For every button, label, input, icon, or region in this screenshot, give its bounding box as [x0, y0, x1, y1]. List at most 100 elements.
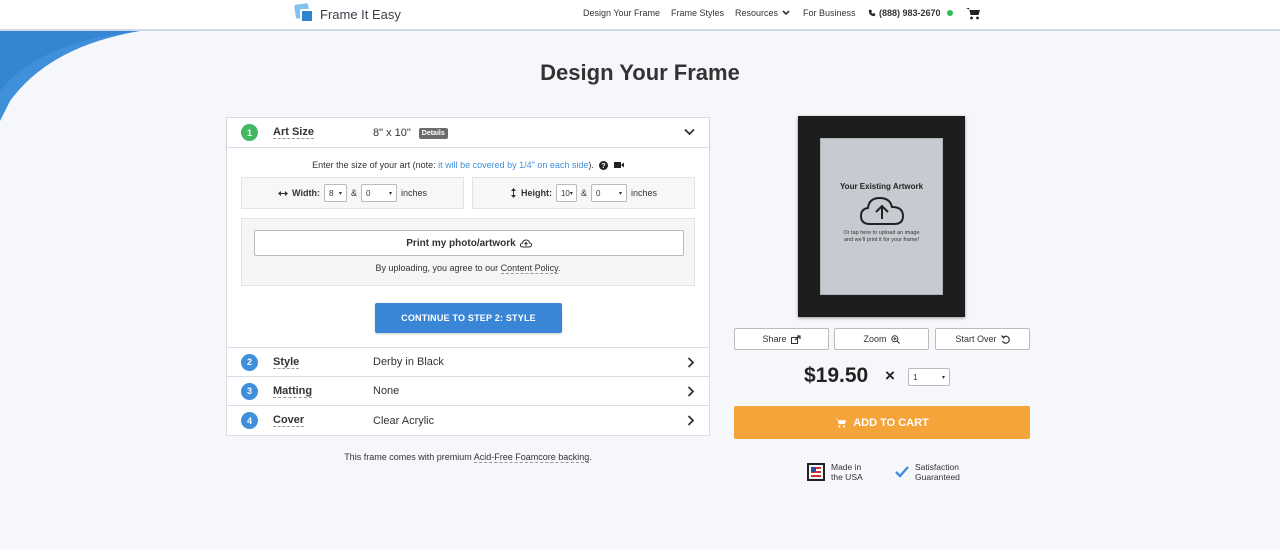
artwork-subtitle: Or tap here to upload an image and we'll…	[843, 230, 919, 244]
print-photo-button[interactable]: Print my photo/artwork	[254, 230, 684, 256]
upload-note: By uploading, you agree to our Content P…	[242, 263, 694, 274]
height-inches-value: 10	[560, 188, 570, 198]
checkmark-icon	[895, 466, 909, 478]
step-style[interactable]: 2 Style Derby in Black	[227, 348, 709, 377]
share-button[interactable]: Share	[734, 328, 829, 350]
start-over-label: Start Over	[955, 334, 997, 344]
width-amp: &	[350, 188, 357, 198]
frame-preview[interactable]: Your Existing Artwork Or tap here to upl…	[798, 116, 965, 317]
step-cover[interactable]: 4 Cover Clear Acrylic	[227, 406, 709, 435]
size-note-prefix: Enter the size of your art (note:	[312, 160, 439, 170]
width-unit: inches	[400, 188, 427, 198]
art-size-value: 8" x 10"	[373, 126, 411, 139]
zoom-button[interactable]: Zoom	[834, 328, 929, 350]
details-badge[interactable]: Details	[418, 127, 448, 139]
cart-icon	[835, 418, 847, 428]
step-name: Matting	[273, 384, 313, 398]
height-amp: &	[580, 188, 587, 198]
stepper-icon: ▾	[388, 190, 392, 197]
step-name: Style	[273, 355, 300, 369]
times-sign: ×	[885, 366, 895, 385]
cloud-upload-icon	[859, 196, 904, 225]
help-icon[interactable]: ?	[599, 161, 609, 170]
height-inches-select[interactable]: 10 ▾	[555, 184, 577, 202]
stepper-icon: ▾	[618, 190, 622, 197]
phone-icon	[868, 9, 876, 17]
site-header: Frame It Easy Design Your Frame Frame St…	[0, 0, 1280, 31]
continue-step2-button[interactable]: CONTINUE TO STEP 2: STYLE	[375, 303, 562, 333]
steps-panel: 1 Art Size 8" x 10" Details Enter the siz…	[226, 117, 710, 436]
width-fraction-select[interactable]: 0 ▾	[360, 184, 397, 202]
chevron-down-icon	[684, 128, 695, 136]
width-label: Width:	[292, 188, 320, 198]
add-to-cart-label: ADD TO CART	[853, 416, 929, 429]
step-art-size[interactable]: 1 Art Size 8" x 10" Details	[227, 118, 709, 148]
width-input-group: Width: 8 ▾ & 0 ▾ inches	[241, 177, 464, 209]
upload-box: Print my photo/artwork By uploading, you…	[241, 218, 695, 286]
cart-icon[interactable]	[966, 7, 981, 20]
step-value: None	[373, 385, 400, 397]
width-inches-select[interactable]: 8 ▾	[323, 184, 347, 202]
step-value: Derby in Black	[373, 356, 444, 368]
artwork-upload-area[interactable]: Your Existing Artwork Or tap here to upl…	[820, 138, 943, 295]
content-policy-link[interactable]: Content Policy	[500, 263, 558, 274]
satisfaction-line2: Guaranteed	[915, 472, 960, 482]
size-note-link[interactable]: it will be covered by 1/4" on each side	[438, 160, 588, 170]
step-number: 3	[241, 382, 258, 400]
height-unit: inches	[631, 188, 658, 198]
chevron-right-icon	[687, 415, 695, 426]
add-to-cart-button[interactable]: ADD TO CART	[734, 406, 1030, 439]
step-number: 1	[241, 124, 258, 141]
usa-line2: the USA	[831, 472, 863, 482]
step-number: 4	[241, 412, 258, 429]
usa-line1: Made in	[831, 462, 862, 472]
step-value: 8" x 10" Details	[373, 127, 448, 139]
online-status-dot	[946, 10, 953, 16]
horizontal-arrows-icon	[278, 190, 289, 196]
nav-frame-styles[interactable]: Frame Styles	[671, 8, 724, 18]
share-icon	[790, 334, 801, 344]
upload-note-prefix: By uploading, you agree to our	[375, 263, 501, 273]
chevron-right-icon	[687, 386, 695, 397]
flag-icon	[807, 463, 825, 481]
artwork-subtitle-line2: and we'll print it for your frame!	[843, 237, 919, 243]
height-fraction-select[interactable]: 0 ▾	[591, 184, 627, 202]
share-label: Share	[762, 334, 787, 344]
phone-number: (888) 983-2670	[879, 8, 941, 18]
site-logo[interactable]: Frame It Easy	[294, 3, 401, 24]
nav-design-your-frame[interactable]: Design Your Frame	[583, 8, 660, 18]
upload-note-suffix: .	[557, 263, 561, 273]
nav-phone[interactable]: (888) 983-2670	[868, 8, 953, 18]
nav-resources-label: Resources	[735, 8, 779, 18]
satisfaction-badge: Satisfaction Guaranteed	[895, 462, 960, 482]
backing-note-prefix: This frame comes with premium	[344, 452, 474, 462]
nav-resources[interactable]: Resources	[735, 8, 790, 18]
artwork-title: Your Existing Artwork	[839, 182, 924, 191]
price: $19.50	[804, 364, 869, 387]
artwork-subtitle-line1: Or tap here to upload an image	[843, 230, 920, 236]
zoom-label: Zoom	[863, 334, 887, 344]
step-number: 2	[241, 353, 258, 371]
undo-icon	[1000, 334, 1010, 344]
step-matting[interactable]: 3 Matting None	[227, 377, 709, 406]
quantity-value: 1	[913, 372, 918, 382]
made-in-usa-badge: Made in the USA	[807, 462, 863, 482]
step-name: Art Size	[273, 126, 314, 139]
satisfaction-line1: Satisfaction	[915, 462, 959, 472]
stepper-icon: ▾	[338, 190, 342, 197]
quantity-select[interactable]: 1 ▾	[908, 368, 950, 386]
start-over-button[interactable]: Start Over	[935, 328, 1030, 350]
page-title: Design Your Frame	[540, 60, 740, 85]
video-icon[interactable]	[613, 161, 624, 169]
cloud-upload-icon	[519, 238, 532, 247]
backing-note-suffix: .	[589, 452, 592, 462]
foamcore-backing-link[interactable]: Acid-Free Foamcore backing	[473, 452, 590, 463]
zoom-in-icon	[890, 334, 900, 344]
logo-text: Frame It Easy	[320, 6, 401, 22]
nav-for-business[interactable]: For Business	[803, 8, 856, 18]
chevron-down-icon	[782, 10, 790, 16]
backing-note: This frame comes with premium Acid-Free …	[226, 452, 710, 463]
art-size-form: Enter the size of your art (note: it wil…	[227, 148, 709, 348]
step-value: Clear Acrylic	[373, 414, 435, 427]
stepper-icon: ▾	[569, 190, 573, 197]
